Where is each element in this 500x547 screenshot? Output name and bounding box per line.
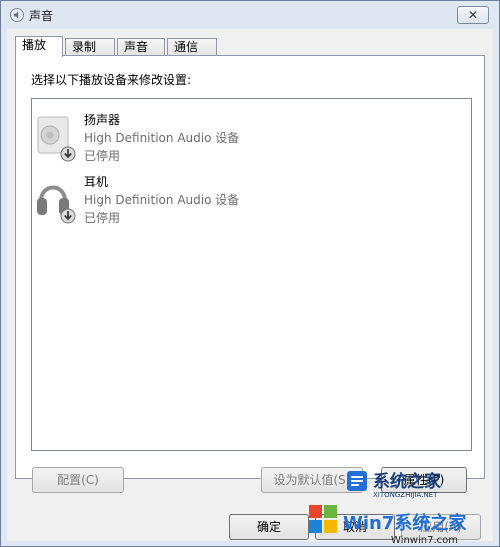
device-name: 耳机 [84, 175, 109, 189]
title-bar[interactable]: 声音 ✕ [1, 1, 499, 29]
device-status: 已停用 [84, 149, 121, 163]
device-item-headphones[interactable]: 耳机 High Definition Audio 设备 已停用 [32, 167, 470, 227]
sound-app-icon [10, 8, 24, 22]
device-list[interactable]: 扬声器 High Definition Audio 设备 已停用 耳机 High… [31, 98, 472, 451]
device-description: High Definition Audio 设备 [84, 131, 240, 145]
close-icon: ✕ [467, 8, 479, 22]
watermark-cn-text: 系统之家 [373, 471, 441, 492]
watermark-winwin7: Win7系统之家 Winwin7.com [309, 505, 467, 546]
watermark-brand-text: Win7系统之家 [343, 512, 467, 534]
headphones-icon [37, 185, 76, 224]
device-status: 已停用 [84, 211, 121, 225]
device-item-speaker[interactable]: 扬声器 High Definition Audio 设备 已停用 [32, 105, 470, 165]
instruction-label: 选择以下播放设备来修改设置: [31, 73, 192, 87]
watermark-en-text: XITONGZHIJIA.NET [373, 491, 438, 499]
configure-button[interactable]: 配置(C) [32, 467, 124, 493]
playback-panel: 选择以下播放设备来修改设置: 扬声器 High Definition Audio… [15, 55, 485, 479]
watermark-xitongzhijia: 系统之家 XITONGZHIJIA.NET [347, 471, 441, 499]
tab-recording[interactable]: 录制 [65, 38, 115, 56]
watermark-url-text: Winwin7.com [391, 535, 458, 546]
dialog-body: 播放 录制 声音 通信 选择以下播放设备来修改设置: 扬声器 High Defi… [7, 29, 493, 541]
speaker-icon [37, 116, 76, 162]
device-name: 扬声器 [84, 113, 121, 127]
tab-playback[interactable]: 播放 [15, 36, 63, 57]
close-button[interactable]: ✕ [457, 6, 489, 24]
sound-dialog: 声音 ✕ 播放 录制 声音 通信 选择以下播放设备来修改设置: 扬声器 High… [0, 0, 500, 547]
window-title: 声音 [29, 9, 54, 23]
tab-sounds[interactable]: 声音 [117, 38, 165, 56]
tab-communications[interactable]: 通信 [167, 38, 217, 56]
device-description: High Definition Audio 设备 [84, 193, 240, 207]
